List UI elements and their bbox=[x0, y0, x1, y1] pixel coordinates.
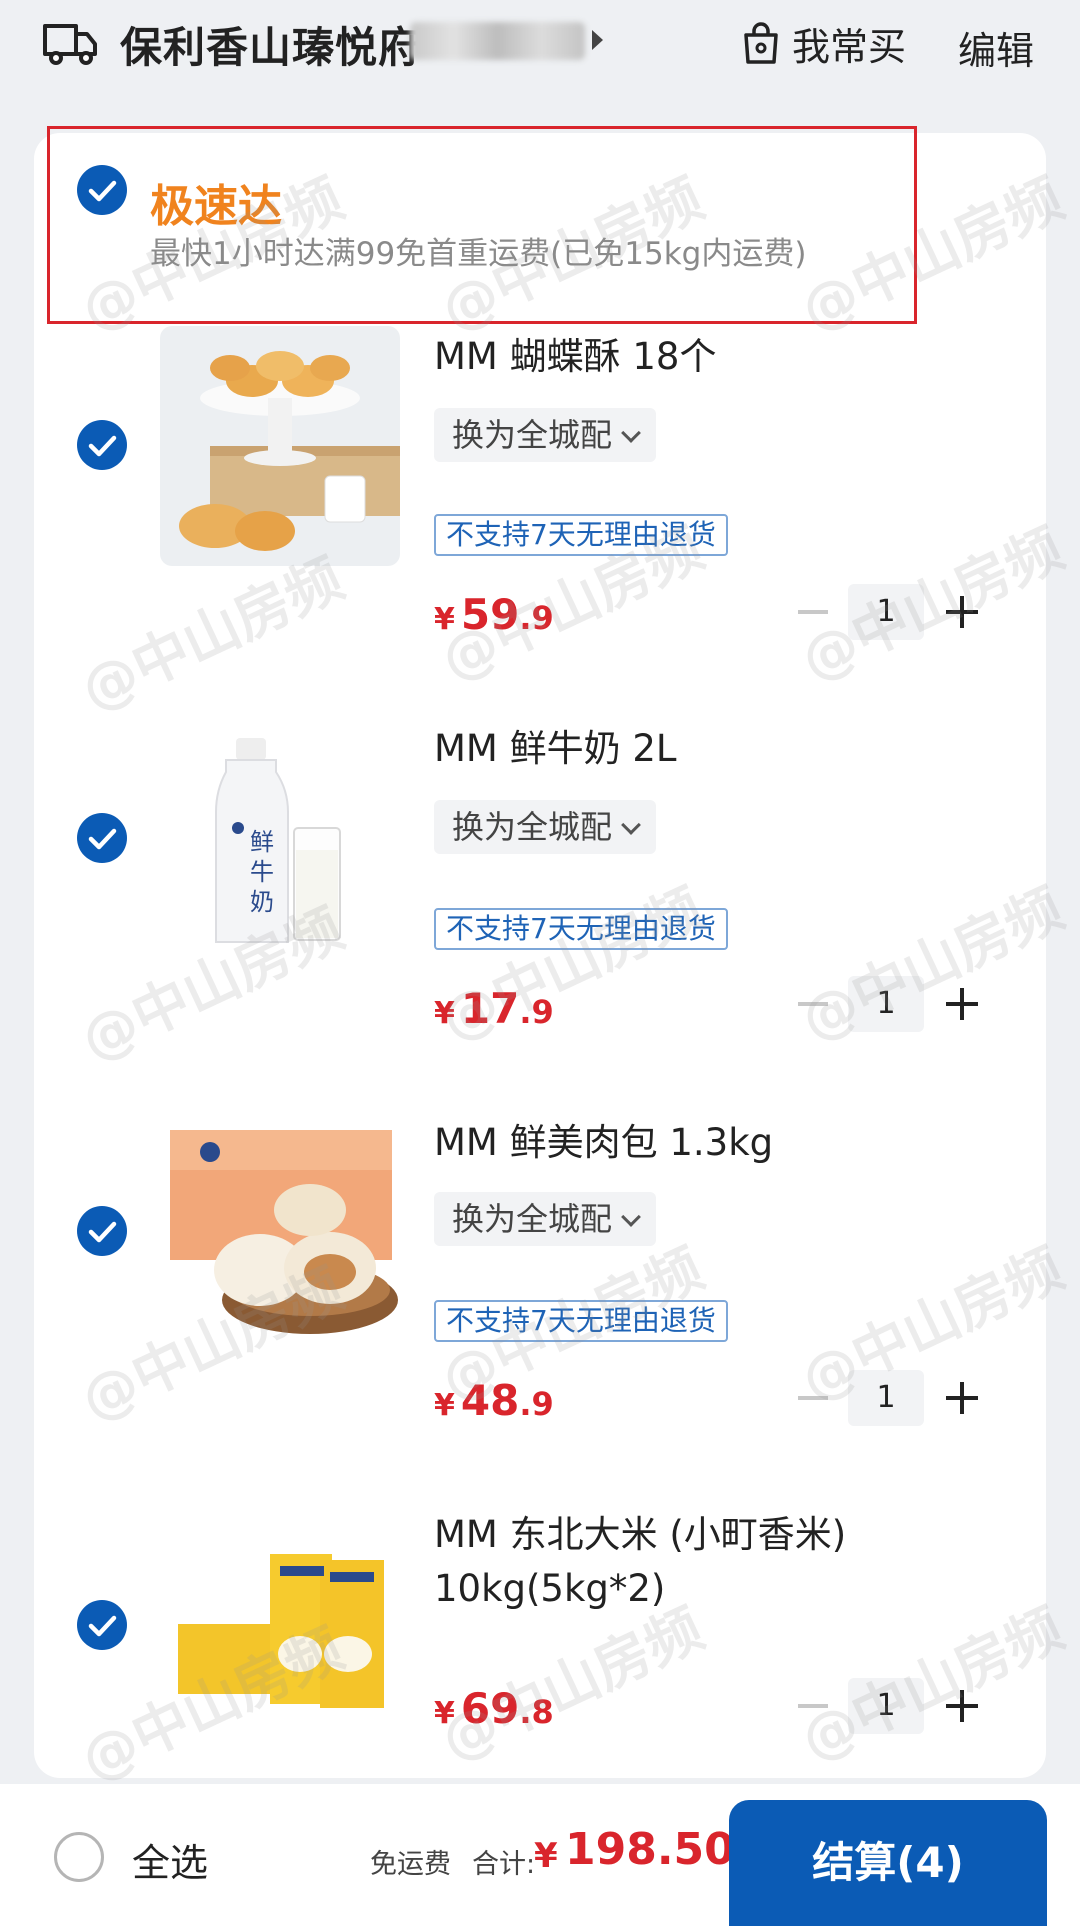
price-integer: 17 bbox=[460, 984, 520, 1033]
quantity-stepper: 1 bbox=[790, 1678, 990, 1734]
total-amount: 198.50 bbox=[565, 1824, 735, 1875]
switch-delivery-dropdown[interactable]: 换为全城配 bbox=[434, 800, 657, 854]
store-subtitle: 最快1小时达满99免首重运费(已免15kg内运费) bbox=[150, 236, 807, 272]
quantity-input[interactable]: 1 bbox=[848, 1370, 924, 1426]
price-decimal: .9 bbox=[519, 993, 554, 1031]
currency-symbol: ¥ bbox=[434, 602, 455, 637]
increase-button[interactable] bbox=[946, 988, 978, 1020]
product-name[interactable]: MM 蝴蝶酥 18个 bbox=[434, 330, 994, 384]
checkout-button[interactable]: 结算(4) bbox=[729, 1800, 1047, 1926]
shopping-bag-icon bbox=[744, 22, 778, 64]
switch-delivery-label: 换为全城配 bbox=[452, 416, 613, 454]
frequent-buy-label: 我常买 bbox=[792, 24, 907, 69]
chevron-down-icon bbox=[621, 815, 641, 835]
product-image-fresh-milk[interactable]: 鲜 牛 奶 bbox=[160, 720, 400, 960]
free-shipping-label: 免运费 bbox=[370, 1849, 451, 1880]
switch-delivery-dropdown[interactable]: 换为全城配 bbox=[434, 408, 657, 462]
quantity-input[interactable]: 1 bbox=[848, 976, 924, 1032]
return-policy-tag: 不支持7天无理由退货 bbox=[434, 1300, 728, 1342]
return-policy-tag: 不支持7天无理由退货 bbox=[434, 908, 728, 950]
quantity-stepper: 1 bbox=[790, 584, 990, 640]
item-check-icon[interactable] bbox=[77, 420, 127, 470]
quantity-input[interactable]: 1 bbox=[848, 584, 924, 640]
switch-delivery-label: 换为全城配 bbox=[452, 1200, 613, 1238]
select-all-radio[interactable] bbox=[54, 1832, 104, 1882]
currency-symbol: ¥ bbox=[434, 1388, 455, 1423]
frequent-buy-button[interactable]: 我常买 bbox=[742, 18, 907, 69]
product-price: ¥69.8 bbox=[434, 1684, 554, 1733]
price-integer: 48 bbox=[460, 1376, 520, 1425]
item-check-icon[interactable] bbox=[77, 1600, 127, 1650]
store-name: 极速达 bbox=[150, 181, 282, 232]
item-check-icon[interactable] bbox=[77, 813, 127, 863]
product-name[interactable]: MM 鲜美肉包 1.3kg bbox=[434, 1116, 994, 1170]
truck-icon bbox=[42, 20, 98, 66]
decrease-button[interactable] bbox=[798, 610, 828, 614]
price-integer: 69 bbox=[460, 1684, 520, 1733]
price-decimal: .9 bbox=[519, 1385, 554, 1423]
header: 保利香山瑧悦府 我常买 编辑 bbox=[0, 0, 1080, 90]
total-label: 合计: bbox=[472, 1849, 536, 1880]
item-check-icon[interactable] bbox=[77, 1206, 127, 1256]
checkout-bar: 全选 免运费 合计: ¥ 198.50 结算(4) bbox=[0, 1784, 1080, 1926]
store-check-icon[interactable] bbox=[77, 165, 127, 215]
edit-button[interactable]: 编辑 bbox=[958, 20, 1034, 75]
product-price: ¥17.9 bbox=[434, 984, 554, 1033]
product-price: ¥59.9 bbox=[434, 590, 554, 639]
quantity-input[interactable]: 1 bbox=[848, 1678, 924, 1734]
decrease-button[interactable] bbox=[798, 1396, 828, 1400]
svg-text:鲜: 鲜 bbox=[250, 828, 274, 856]
decrease-button[interactable] bbox=[798, 1002, 828, 1006]
address-blurred-detail bbox=[410, 22, 585, 60]
product-name[interactable]: MM 鲜牛奶 2L bbox=[434, 722, 994, 776]
currency-symbol: ¥ bbox=[434, 1696, 455, 1731]
product-name[interactable]: MM 东北大米 (小町香米) 10kg(5kg*2) bbox=[434, 1508, 994, 1616]
delivery-address[interactable]: 保利香山瑧悦府 bbox=[120, 14, 421, 75]
decrease-button[interactable] bbox=[798, 1704, 828, 1708]
increase-button[interactable] bbox=[946, 1382, 978, 1414]
chevron-right-icon[interactable] bbox=[592, 30, 603, 50]
product-image-steamed-buns[interactable] bbox=[160, 1110, 400, 1350]
price-integer: 59 bbox=[460, 590, 520, 639]
switch-delivery-dropdown[interactable]: 换为全城配 bbox=[434, 1192, 657, 1246]
increase-button[interactable] bbox=[946, 1690, 978, 1722]
svg-text:牛: 牛 bbox=[250, 858, 274, 886]
quantity-stepper: 1 bbox=[790, 976, 990, 1032]
price-decimal: .8 bbox=[519, 1693, 554, 1731]
svg-text:奶: 奶 bbox=[250, 888, 274, 916]
return-policy-tag: 不支持7天无理由退货 bbox=[434, 514, 728, 556]
product-image-butterfly-pastry[interactable] bbox=[160, 326, 400, 566]
product-price: ¥48.9 bbox=[434, 1376, 554, 1425]
increase-button[interactable] bbox=[946, 596, 978, 628]
switch-delivery-label: 换为全城配 bbox=[452, 808, 613, 846]
total-currency: ¥ bbox=[534, 1836, 558, 1876]
price-decimal: .9 bbox=[519, 599, 554, 637]
product-image-rice[interactable] bbox=[160, 1504, 400, 1744]
select-all-label[interactable]: 全选 bbox=[132, 1832, 208, 1887]
chevron-down-icon bbox=[621, 423, 641, 443]
currency-symbol: ¥ bbox=[434, 996, 455, 1031]
chevron-down-icon bbox=[621, 1207, 641, 1227]
quantity-stepper: 1 bbox=[790, 1370, 990, 1426]
